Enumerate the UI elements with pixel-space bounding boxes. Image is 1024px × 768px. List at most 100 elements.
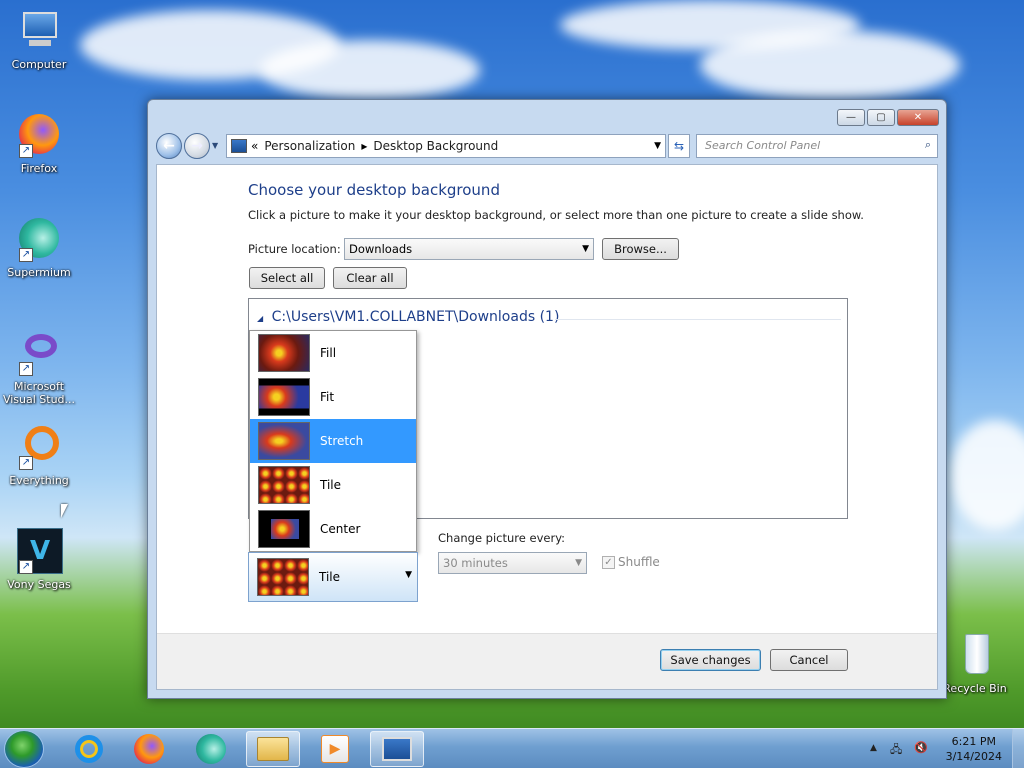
picture-location-select[interactable]: Downloads ▼	[344, 238, 594, 260]
computer-icon	[15, 8, 63, 56]
select-all-button[interactable]: Select all	[249, 267, 325, 289]
system-clock[interactable]: 6:21 PM 3/14/2024	[946, 734, 1002, 764]
search-placeholder: Search Control Panel	[705, 139, 821, 152]
desktop-icon-label: Vony Segas	[7, 578, 71, 591]
desktop-icon-vony-segas[interactable]: V ↗ Vony Segas	[0, 528, 78, 591]
visual-studio-icon: ↗	[15, 330, 63, 378]
collapse-icon[interactable]: ◢	[257, 314, 263, 323]
cancel-button[interactable]: Cancel	[770, 649, 848, 671]
taskbar-file-explorer[interactable]	[246, 731, 300, 767]
volume-muted-icon[interactable]: 🔇	[914, 741, 928, 754]
control-panel-icon	[382, 737, 412, 761]
desktop-icon-label: Firefox	[20, 162, 58, 175]
back-button[interactable]: ←	[156, 133, 182, 159]
breadcrumb-separator[interactable]: ▸	[361, 139, 367, 153]
checkbox-checked-icon: ✓	[602, 555, 615, 569]
save-changes-button[interactable]: Save changes	[660, 649, 761, 671]
desktop-icon-label: Computer	[11, 58, 67, 71]
search-input[interactable]: Search Control Panel ⌕	[696, 134, 938, 158]
internet-explorer-icon	[75, 735, 103, 763]
picture-location-label: Picture location:	[248, 242, 341, 256]
taskbar-control-panel[interactable]	[370, 731, 424, 767]
desktop-icon-visual-studio[interactable]: ↗ Microsoft Visual Stud...	[0, 330, 78, 406]
stretch-thumbnail	[258, 422, 310, 460]
desktop-icon-label: Recycle Bin	[943, 682, 1007, 695]
page-title: Choose your desktop background	[248, 181, 500, 199]
picture-position-value: Tile	[319, 570, 341, 584]
navigation-bar: ← → ▼ « Personalization ▸ Desktop Backgr…	[156, 132, 938, 160]
taskbar-internet-explorer[interactable]	[62, 731, 116, 767]
address-bar[interactable]: « Personalization ▸ Desktop Background ▼	[226, 134, 666, 158]
desktop-icon-computer[interactable]: Computer	[0, 8, 78, 71]
picture-location-value: Downloads	[349, 242, 413, 256]
content-area: Choose your desktop background Click a p…	[156, 164, 938, 690]
change-picture-interval-value: 30 minutes	[443, 556, 508, 570]
media-player-icon: ▶	[321, 735, 349, 763]
menu-item-tile[interactable]: Tile	[250, 463, 416, 507]
chevron-down-icon: ▼	[582, 244, 589, 254]
desktop-icon-label: Supermium	[7, 266, 71, 279]
clock-date: 3/14/2024	[945, 750, 1002, 763]
supermium-icon: ↗	[15, 216, 63, 264]
forward-button[interactable]: →	[184, 133, 210, 159]
desktop-icon-supermium[interactable]: ↗ Supermium	[0, 216, 78, 279]
start-button[interactable]	[4, 730, 44, 768]
change-picture-interval-select[interactable]: 30 minutes ▼	[438, 552, 587, 574]
desktop-icon-firefox[interactable]: ↗ Firefox	[0, 112, 78, 175]
chevron-down-icon: ▼	[575, 558, 582, 568]
menu-item-label: Fit	[320, 390, 335, 404]
breadcrumb-overflow[interactable]: «	[251, 139, 258, 153]
everything-icon: ↗	[15, 424, 63, 472]
close-button[interactable]: ✕	[897, 109, 939, 126]
page-description: Click a picture to make it your desktop …	[248, 208, 864, 222]
fit-thumbnail	[258, 378, 310, 416]
desktop-icon-recycle-bin[interactable]: Recycle Bin	[936, 632, 1014, 695]
group-divider	[555, 319, 841, 320]
desktop-icon-everything[interactable]: ↗ Everything	[0, 424, 78, 487]
show-hidden-icons-button[interactable]: ▲	[870, 743, 877, 753]
clock-time: 6:21 PM	[951, 735, 996, 748]
picture-position-select[interactable]: Tile ▼	[248, 552, 418, 602]
network-icon[interactable]: 🖧	[890, 741, 902, 760]
chevron-down-icon: ▼	[405, 570, 412, 580]
maximize-button[interactable]: ▢	[867, 109, 895, 126]
menu-item-center[interactable]: Center	[250, 507, 416, 551]
taskbar-supermium[interactable]	[184, 731, 238, 767]
browse-button[interactable]: Browse...	[602, 238, 679, 260]
picture-position-menu: Fill Fit Stretch Tile Center	[249, 330, 417, 552]
group-header[interactable]: ◢ C:\Users\VM1.COLLABNET\Downloads (1)	[257, 309, 559, 325]
taskbar-firefox[interactable]	[122, 731, 176, 767]
clear-all-button[interactable]: Clear all	[333, 267, 407, 289]
menu-item-label: Fill	[320, 346, 337, 360]
recent-pages-dropdown-icon[interactable]: ▼	[212, 141, 218, 150]
taskbar: ▶ ▲ 🖧 🔇 6:21 PM 3/14/2024	[0, 728, 1024, 768]
desktop-icon-label: Microsoft Visual Stud...	[2, 380, 76, 406]
refresh-button[interactable]: ⇆	[668, 134, 690, 158]
mouse-cursor-icon	[61, 504, 68, 518]
show-desktop-button[interactable]	[1012, 729, 1024, 768]
search-icon: ⌕	[924, 138, 931, 151]
tile-thumbnail	[258, 466, 310, 504]
menu-item-fit[interactable]: Fit	[250, 375, 416, 419]
control-panel-icon	[231, 139, 247, 153]
shuffle-checkbox[interactable]: ✓ Shuffle	[602, 555, 660, 569]
vegas-icon: V ↗	[15, 528, 63, 576]
menu-item-fill[interactable]: Fill	[250, 331, 416, 375]
menu-item-label: Center	[320, 522, 361, 536]
breadcrumb-desktop-background[interactable]: Desktop Background	[373, 139, 498, 153]
control-panel-window: — ▢ ✕ ← → ▼ « Personalization ▸ Desktop …	[147, 99, 947, 699]
fill-thumbnail	[258, 334, 310, 372]
footer-bar: Save changes Cancel	[157, 633, 937, 689]
center-thumbnail	[258, 510, 310, 548]
firefox-icon: ↗	[15, 112, 63, 160]
address-dropdown-icon[interactable]: ▼	[654, 141, 661, 151]
menu-item-label: Stretch	[320, 434, 364, 448]
minimize-button[interactable]: —	[837, 109, 865, 126]
taskbar-media-player[interactable]: ▶	[308, 731, 362, 767]
menu-item-stretch[interactable]: Stretch	[250, 419, 416, 463]
shuffle-label: Shuffle	[618, 555, 660, 569]
desktop-icon-label: Everything	[9, 474, 69, 487]
folder-icon	[257, 737, 289, 761]
breadcrumb-personalization[interactable]: Personalization	[264, 139, 355, 153]
firefox-icon	[134, 734, 164, 764]
